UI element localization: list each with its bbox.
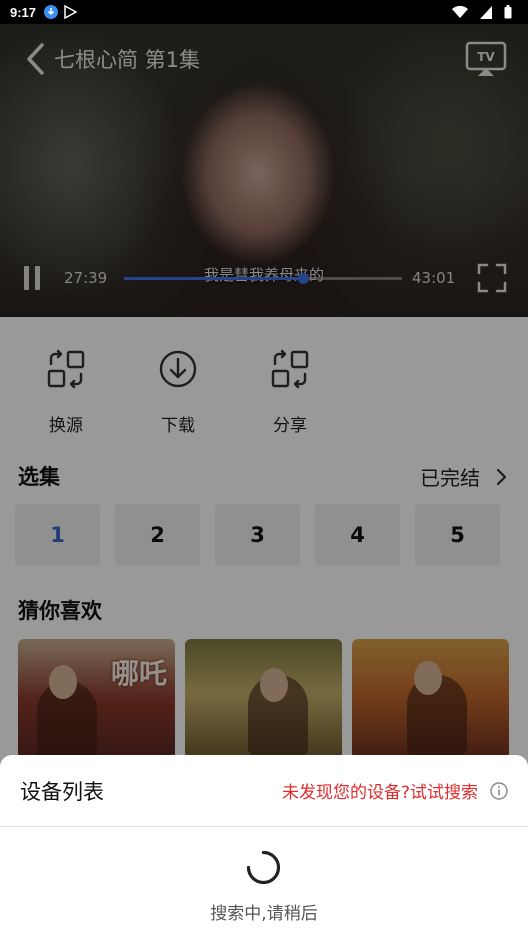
signal-icon bbox=[480, 5, 492, 19]
device-sheet-body: 搜索中,请稍后 bbox=[0, 827, 528, 939]
status-time: 9:17 bbox=[10, 4, 37, 20]
info-icon[interactable] bbox=[490, 781, 508, 800]
device-sheet-header: 设备列表 未发现您的设备?试试搜索 bbox=[0, 755, 528, 827]
status-bar: 9:17 bbox=[0, 0, 528, 24]
play-store-icon bbox=[64, 5, 78, 19]
download-notification-icon bbox=[44, 5, 59, 19]
wifi-icon bbox=[452, 5, 468, 19]
device-list-sheet: 设备列表 未发现您的设备?试试搜索 搜索中,请稍后 bbox=[0, 755, 528, 939]
searching-status: 搜索中,请稍后 bbox=[210, 904, 318, 924]
loading-spinner-icon bbox=[245, 849, 282, 886]
search-devices-link[interactable]: 未发现您的设备?试试搜索 bbox=[282, 778, 478, 803]
battery-icon bbox=[504, 5, 512, 19]
device-sheet-title: 设备列表 bbox=[20, 779, 104, 804]
